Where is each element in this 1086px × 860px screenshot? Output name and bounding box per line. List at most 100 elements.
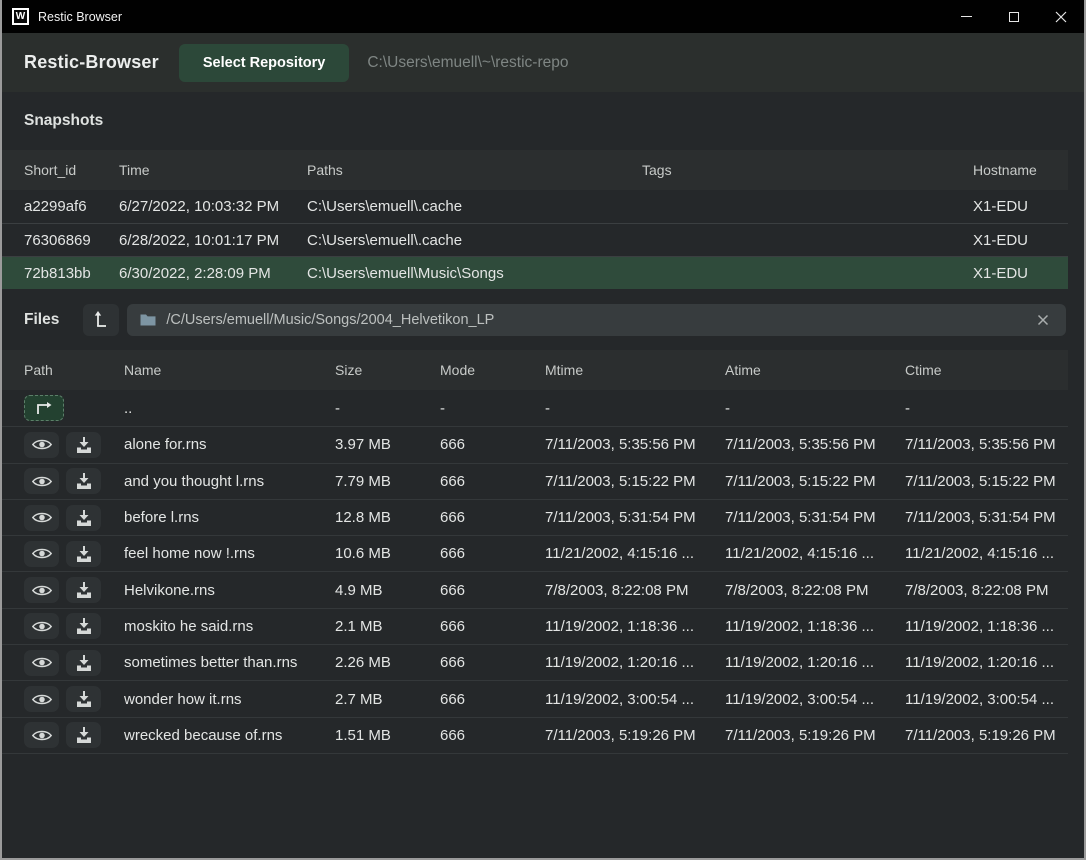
return-up-icon [35,402,53,414]
files-section-header: Files /C/Users/emuell/Music/Songs/2004_H… [2,289,1084,350]
file-row: and you thought l.rns 7.79 MB 666 7/11/2… [2,463,1068,499]
select-repository-button[interactable]: Select Repository [179,44,350,82]
preview-file-button[interactable] [24,613,59,639]
snapshot-short-id: 76306869 [24,232,119,249]
download-file-button[interactable] [66,577,101,603]
col-time: Time [119,162,307,178]
download-icon [76,510,92,526]
snapshots-table: a2299af6 6/27/2022, 10:03:32 PM C:\Users… [2,190,1084,289]
col-mode: Mode [440,362,545,378]
file-ctime: 7/8/2003, 8:22:08 PM [905,582,1068,599]
preview-file-button[interactable] [24,650,59,676]
download-file-button[interactable] [66,468,101,494]
snapshot-row[interactable]: a2299af6 6/27/2022, 10:03:32 PM C:\Users… [2,190,1068,223]
eye-icon [31,437,53,452]
file-name: feel home now !.rns [124,545,335,562]
file-atime: - [725,400,905,417]
window-controls [943,0,1084,33]
file-mtime: 11/19/2002, 1:20:16 ... [545,654,725,671]
window-title: Restic Browser [38,10,122,24]
file-ctime: 11/19/2002, 3:00:54 ... [905,691,1068,708]
preview-file-button[interactable] [24,541,59,567]
eye-icon [31,474,53,489]
maximize-button[interactable] [990,0,1037,33]
file-size: 2.7 MB [335,691,440,708]
file-mtime: 11/19/2002, 3:00:54 ... [545,691,725,708]
file-atime: 7/11/2003, 5:19:26 PM [725,727,905,744]
preview-file-button[interactable] [24,722,59,748]
file-mtime: 7/11/2003, 5:35:56 PM [545,436,725,453]
download-icon [76,691,92,707]
file-mtime: 7/11/2003, 5:19:26 PM [545,727,725,744]
file-size: 1.51 MB [335,727,440,744]
snapshot-row-selected[interactable]: 72b813bb 6/30/2022, 2:28:09 PM C:\Users\… [2,256,1068,289]
close-icon [1055,11,1067,23]
file-ctime: 7/11/2003, 5:31:54 PM [905,509,1068,526]
file-name: Helvikone.rns [124,582,335,599]
file-row: wonder how it.rns 2.7 MB 666 11/19/2002,… [2,680,1068,716]
download-file-button[interactable] [66,650,101,676]
clear-path-button[interactable] [1033,310,1053,330]
file-mode: 666 [440,545,545,562]
breadcrumb[interactable]: /C/Users/emuell/Music/Songs/2004_Helveti… [127,304,1066,336]
repo-path-input[interactable]: C:\Users\emuell\~\restic-repo [367,54,568,72]
file-ctime: 7/11/2003, 5:35:56 PM [905,436,1068,453]
file-atime: 11/19/2002, 1:20:16 ... [725,654,905,671]
file-size: 3.97 MB [335,436,440,453]
navigate-parent-button[interactable] [24,395,64,421]
preview-file-button[interactable] [24,468,59,494]
up-level-icon [94,311,108,328]
col-hostname: Hostname [973,162,1068,178]
snapshot-hostname: X1-EDU [973,198,1068,215]
file-mtime: 7/8/2003, 8:22:08 PM [545,582,725,599]
file-mode: 666 [440,618,545,635]
file-mtime: 7/11/2003, 5:31:54 PM [545,509,725,526]
file-name: .. [124,400,335,417]
col-path: Path [24,362,124,378]
titlebar: W Restic Browser [2,0,1084,33]
download-icon [76,582,92,598]
file-ctime: 11/19/2002, 1:20:16 ... [905,654,1068,671]
preview-file-button[interactable] [24,505,59,531]
file-mode: 666 [440,509,545,526]
file-name: sometimes better than.rns [124,654,335,671]
file-mode: 666 [440,582,545,599]
preview-file-button[interactable] [24,432,59,458]
file-row: wrecked because of.rns 1.51 MB 666 7/11/… [2,717,1068,753]
file-name: moskito he said.rns [124,618,335,635]
download-file-button[interactable] [66,722,101,748]
go-up-directory-button[interactable] [83,304,119,336]
file-name: wonder how it.rns [124,691,335,708]
file-size: 2.26 MB [335,654,440,671]
file-mode: 666 [440,691,545,708]
file-size: 10.6 MB [335,545,440,562]
snapshot-row[interactable]: 76306869 6/28/2022, 10:01:17 PM C:\Users… [2,223,1068,256]
file-size: 2.1 MB [335,618,440,635]
eye-icon [31,619,53,634]
preview-file-button[interactable] [24,686,59,712]
download-file-button[interactable] [66,686,101,712]
download-file-button[interactable] [66,541,101,567]
close-icon [1037,314,1049,326]
close-button[interactable] [1037,0,1084,33]
app-window: W Restic Browser Restic-Browser Select R… [0,0,1086,860]
download-file-button[interactable] [66,613,101,639]
download-file-button[interactable] [66,505,101,531]
download-file-button[interactable] [66,432,101,458]
file-mode: 666 [440,473,545,490]
files-table: .. - - - - - alone for.rns 3.97 MB 666 7… [2,390,1068,754]
app-title: Restic-Browser [24,52,159,73]
file-ctime: - [905,400,1068,417]
file-row: feel home now !.rns 10.6 MB 666 11/21/20… [2,535,1068,571]
minimize-button[interactable] [943,0,990,33]
file-mtime: - [545,400,725,417]
snapshots-section-header: Snapshots [2,92,1084,150]
file-row: Helvikone.rns 4.9 MB 666 7/8/2003, 8:22:… [2,571,1068,607]
preview-file-button[interactable] [24,577,59,603]
snapshot-time: 6/30/2022, 2:28:09 PM [119,265,307,282]
file-mtime: 11/19/2002, 1:18:36 ... [545,618,725,635]
snapshot-time: 6/28/2022, 10:01:17 PM [119,232,307,249]
file-ctime: 7/11/2003, 5:15:22 PM [905,473,1068,490]
col-size: Size [335,362,440,378]
download-icon [76,655,92,671]
